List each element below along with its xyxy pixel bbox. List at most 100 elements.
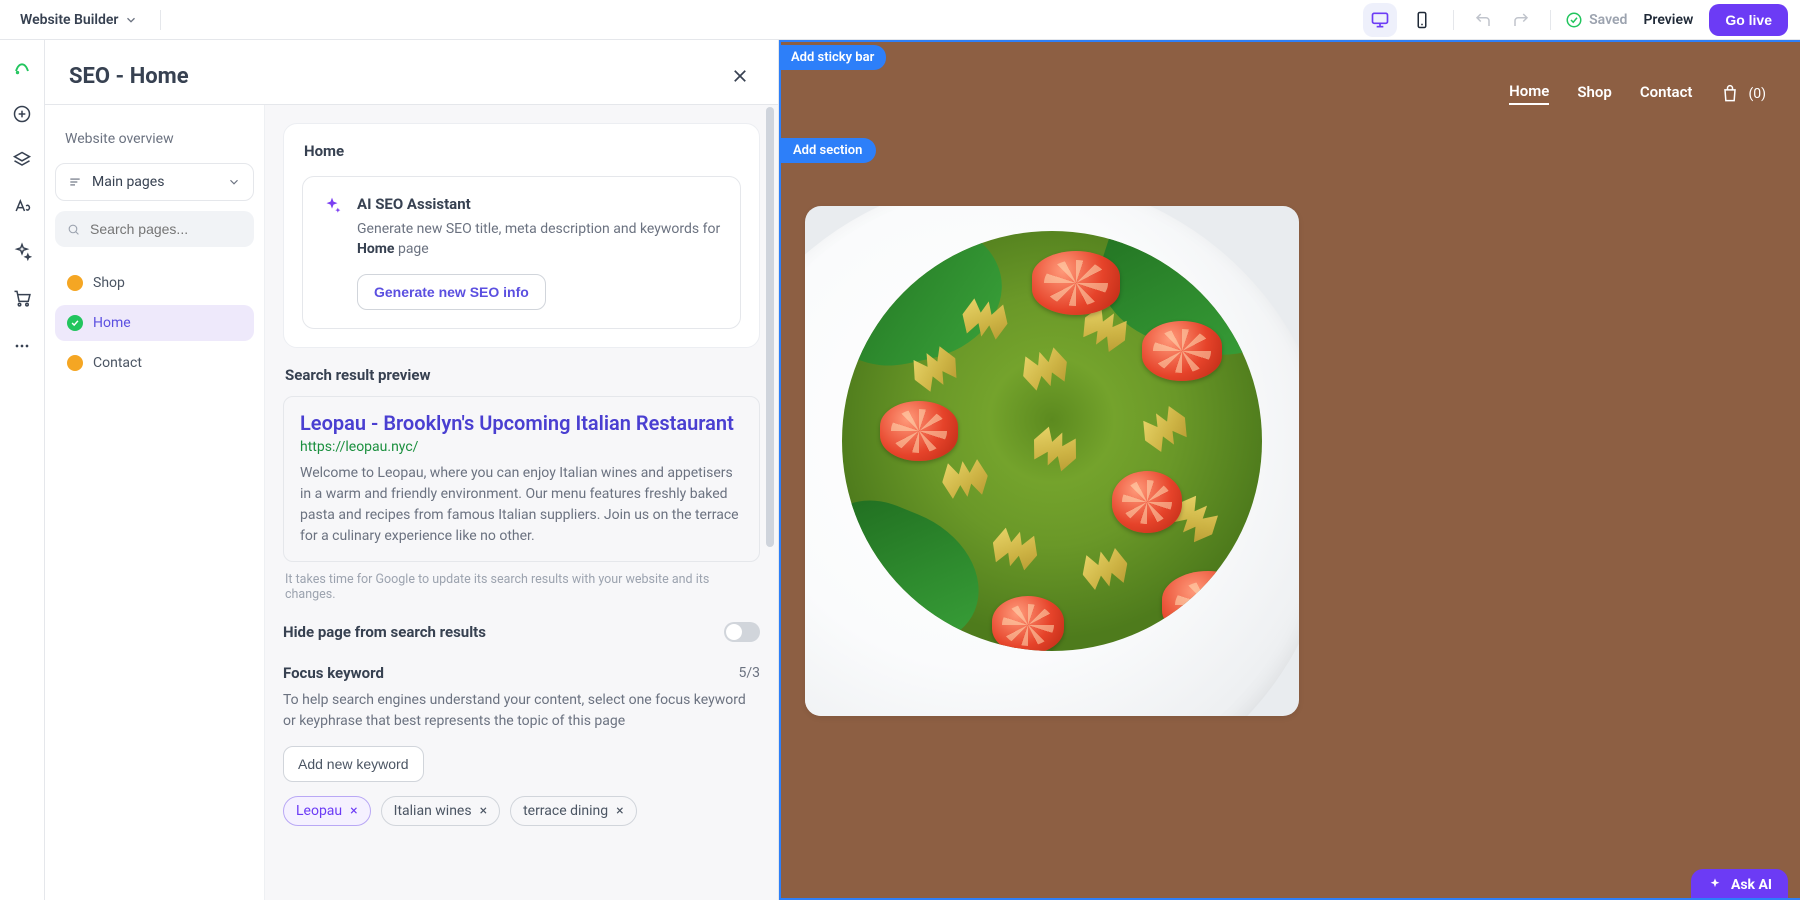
main-pages-dropdown[interactable]: Main pages	[55, 163, 254, 201]
list-icon	[68, 175, 82, 189]
hide-page-toggle[interactable]	[724, 622, 760, 642]
status-dot-icon	[67, 355, 83, 371]
dropdown-label: Main pages	[92, 174, 164, 190]
preview-button[interactable]: Preview	[1635, 6, 1701, 34]
shopping-bag-icon	[1720, 84, 1740, 104]
rail-more-button[interactable]	[8, 332, 36, 360]
sidebar-item-shop[interactable]: Shop	[55, 265, 254, 301]
panel-title: SEO - Home	[69, 64, 189, 89]
rail-layers-button[interactable]	[8, 146, 36, 174]
keyword-chips: Leopau × Italian wines × terrace dining …	[283, 796, 760, 826]
serp-url: https://leopau.nyc/	[300, 439, 743, 455]
rail-logo-icon[interactable]	[8, 54, 36, 82]
status-dot-icon	[67, 275, 83, 291]
desktop-icon	[1370, 10, 1390, 30]
nav-cart-button[interactable]: (0)	[1720, 84, 1766, 104]
hero-image	[805, 206, 1299, 716]
serp-hint-text: It takes time for Google to update its s…	[283, 572, 760, 602]
cart-icon	[12, 288, 32, 308]
keyword-label: terrace dining	[523, 803, 608, 819]
brand-selector[interactable]: Website Builder	[12, 8, 146, 32]
type-icon	[12, 196, 32, 216]
serp-description: Welcome to Leopau, where you can enjoy I…	[300, 463, 743, 547]
add-sticky-bar-button[interactable]: Add sticky bar	[779, 45, 886, 70]
sparkle-icon	[1707, 877, 1723, 893]
dots-icon	[12, 336, 32, 356]
chevron-down-icon	[227, 175, 241, 189]
ai-seo-card: AI SEO Assistant Generate new SEO title,…	[302, 176, 741, 329]
close-button[interactable]	[726, 62, 754, 90]
seo-panel: SEO - Home Website overview Main pages	[45, 40, 779, 900]
undo-button[interactable]	[1468, 5, 1498, 35]
close-icon	[731, 67, 749, 85]
site-navigation: Home Shop Contact (0)	[1509, 82, 1766, 105]
keyword-label: Italian wines	[394, 803, 472, 819]
scrollbar-thumb[interactable]	[766, 107, 774, 547]
left-rail	[0, 40, 45, 900]
cart-count: (0)	[1748, 86, 1766, 102]
search-pages-input[interactable]	[90, 221, 242, 237]
desktop-view-button[interactable]	[1363, 3, 1397, 37]
keyword-count: 5/3	[738, 665, 760, 681]
rail-ai-button[interactable]	[8, 238, 36, 266]
redo-button[interactable]	[1506, 5, 1536, 35]
remove-keyword-icon[interactable]: ×	[350, 803, 357, 819]
sparkle-icon	[321, 195, 343, 217]
saved-status: Saved	[1565, 11, 1627, 29]
divider	[1550, 10, 1551, 30]
focus-keyword-description: To help search engines understand your c…	[283, 690, 760, 732]
add-section-button[interactable]: Add section	[779, 138, 876, 163]
keyword-chip[interactable]: terrace dining ×	[510, 796, 637, 826]
generate-seo-button[interactable]: Generate new SEO info	[357, 274, 546, 310]
page-name-heading: Home	[302, 142, 741, 160]
brand-label: Website Builder	[20, 12, 118, 28]
divider	[160, 10, 161, 30]
keyword-chip[interactable]: Leopau ×	[283, 796, 371, 826]
ask-ai-label: Ask AI	[1731, 877, 1772, 893]
sidebar-item-home[interactable]: Home	[55, 305, 254, 341]
undo-icon	[1474, 11, 1492, 29]
remove-keyword-icon[interactable]: ×	[616, 803, 623, 819]
sidebar-item-label: Contact	[93, 355, 142, 371]
keyword-chip[interactable]: Italian wines ×	[381, 796, 500, 826]
go-live-button[interactable]: Go live	[1709, 4, 1788, 36]
sidebar-item-label: Shop	[93, 275, 125, 291]
nav-shop-link[interactable]: Shop	[1577, 83, 1611, 104]
plus-circle-icon	[12, 104, 32, 124]
layers-icon	[12, 150, 32, 170]
remove-keyword-icon[interactable]: ×	[480, 803, 487, 819]
sidebar-item-label: Home	[93, 315, 131, 331]
focus-keyword-label: Focus keyword	[283, 664, 384, 682]
saved-label: Saved	[1589, 12, 1627, 28]
rail-add-button[interactable]	[8, 100, 36, 128]
check-circle-icon	[1565, 11, 1583, 29]
nav-contact-link[interactable]: Contact	[1640, 83, 1693, 104]
ask-ai-button[interactable]: Ask AI	[1691, 869, 1788, 898]
page-sidebar: Website overview Main pages Shop	[45, 105, 265, 900]
chevron-down-icon	[124, 13, 138, 27]
seo-content: Home AI SEO Assistant Generate new SEO t…	[265, 105, 778, 900]
hide-page-label: Hide page from search results	[283, 623, 486, 641]
website-canvas[interactable]: Add sticky bar Add section Home Shop Con…	[779, 40, 1800, 900]
scrollbar[interactable]	[766, 105, 774, 900]
sidebar-item-contact[interactable]: Contact	[55, 345, 254, 381]
website-overview-link[interactable]: Website overview	[55, 123, 254, 163]
divider	[1453, 10, 1454, 30]
search-pages-input-wrapper[interactable]	[55, 211, 254, 247]
serp-preview-card: Leopau - Brooklyn's Upcoming Italian Res…	[283, 396, 760, 562]
ai-seo-title: AI SEO Assistant	[357, 195, 722, 213]
sparkles-icon	[12, 242, 32, 262]
rail-text-button[interactable]	[8, 192, 36, 220]
serp-section-title: Search result preview	[285, 366, 760, 384]
keyword-label: Leopau	[296, 803, 342, 819]
topbar: Website Builder Saved Preview Go live	[0, 0, 1800, 40]
mobile-icon	[1413, 11, 1431, 29]
search-icon	[67, 222, 80, 237]
nav-home-link[interactable]: Home	[1509, 82, 1549, 105]
status-dot-icon	[67, 315, 83, 331]
ai-seo-description: Generate new SEO title, meta description…	[357, 219, 722, 260]
rail-cart-button[interactable]	[8, 284, 36, 312]
add-keyword-button[interactable]: Add new keyword	[283, 746, 424, 782]
redo-icon	[1512, 11, 1530, 29]
mobile-view-button[interactable]	[1405, 3, 1439, 37]
